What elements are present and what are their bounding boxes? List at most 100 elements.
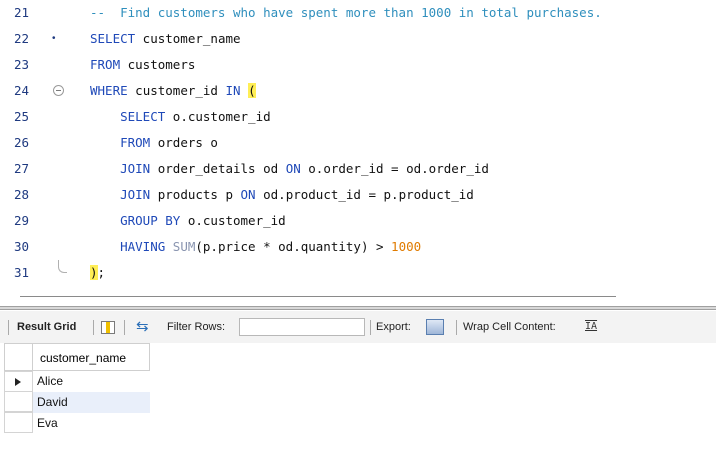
- code-token: orders o: [150, 135, 218, 150]
- code-token: customer_name: [135, 31, 241, 46]
- code-text: );: [90, 260, 105, 286]
- collapse-icon[interactable]: [53, 85, 64, 96]
- row-header[interactable]: [4, 371, 33, 392]
- line-number: 28: [14, 187, 30, 202]
- code-token: products p: [150, 187, 241, 202]
- wrap-cell-content-label: Wrap Cell Content:: [463, 321, 556, 333]
- sql-keyword: ON: [285, 161, 301, 176]
- sql-keyword: JOIN: [120, 161, 151, 176]
- fold-end-icon: [58, 260, 67, 273]
- current-row-arrow-icon: [15, 378, 21, 386]
- result-grid[interactable]: customer_name Alice David Eva: [0, 343, 716, 466]
- code-token: SUM: [172, 239, 196, 254]
- line-number: 25: [14, 109, 30, 124]
- line-number: 30: [14, 239, 30, 254]
- sql-keyword: HAVING: [120, 239, 166, 254]
- code-token: order_details od: [150, 161, 286, 176]
- toolbar-separator: [93, 320, 94, 335]
- code-token: ;: [97, 265, 106, 280]
- line-number: 31: [14, 265, 30, 280]
- code-token: (: [248, 83, 256, 98]
- code-token: 1000: [391, 239, 422, 254]
- code-token: customer_id: [127, 83, 226, 98]
- code-line[interactable]: 26 FROM orders o: [0, 130, 716, 156]
- result-toolbar: Result Grid ⇆ Filter Rows: Export: Wrap …: [0, 311, 716, 344]
- sql-keyword: ON: [240, 187, 256, 202]
- code-line[interactable]: 24 WHERE customer_id IN (: [0, 78, 716, 104]
- code-line[interactable]: 23 FROM customers: [0, 52, 716, 78]
- table-cell[interactable]: David: [33, 392, 150, 413]
- table-cell[interactable]: Eva: [33, 413, 150, 434]
- sql-keyword: SELECT: [120, 109, 166, 124]
- code-token: (p.price * od.quantity) >: [195, 239, 392, 254]
- code-line[interactable]: 30 HAVING SUM(p.price * od.quantity) > 1…: [0, 234, 716, 260]
- code-line[interactable]: 29 GROUP BY o.customer_id: [0, 208, 716, 234]
- toolbar-separator: [456, 320, 457, 335]
- row-header[interactable]: [4, 391, 33, 412]
- code-token: ): [90, 265, 98, 280]
- code-text: -- Find customers who have spent more th…: [90, 0, 602, 26]
- code-text: JOIN products p ON od.product_id = p.pro…: [90, 182, 474, 208]
- code-line[interactable]: 28 JOIN products p ON od.product_id = p.…: [0, 182, 716, 208]
- sql-comment: -- Find customers who have spent more th…: [90, 5, 602, 20]
- line-number: 27: [14, 161, 30, 176]
- toolbar-separator: [8, 320, 9, 335]
- result-grid-tab[interactable]: Result Grid: [17, 311, 76, 343]
- code-text: FROM customers: [90, 52, 195, 78]
- sql-keyword: IN: [225, 83, 241, 98]
- refresh-icon[interactable]: ⇆: [136, 319, 149, 335]
- filter-rows-input[interactable]: [239, 318, 365, 336]
- line-number: 22: [14, 31, 30, 46]
- sql-keyword: FROM: [120, 135, 151, 150]
- code-token: o.customer_id: [180, 213, 286, 228]
- sql-keyword: GROUP BY: [120, 213, 181, 228]
- code-text: HAVING SUM(p.price * od.quantity) > 1000: [90, 234, 421, 260]
- code-token: o.customer_id: [165, 109, 271, 124]
- line-number: 26: [14, 135, 30, 150]
- code-line[interactable]: 21 -- Find customers who have spent more …: [0, 0, 716, 26]
- grid-corner[interactable]: [4, 343, 33, 371]
- toolbar-separator: [124, 320, 125, 335]
- wrap-cell-icon[interactable]: IA: [585, 321, 597, 333]
- line-number: 29: [14, 213, 30, 228]
- statement-marker-icon: •: [52, 33, 56, 44]
- panel-splitter[interactable]: [0, 306, 716, 310]
- column-header-customer-name[interactable]: customer_name: [33, 343, 150, 371]
- horizontal-scrollbar[interactable]: [20, 296, 616, 297]
- export-label: Export:: [376, 321, 411, 333]
- code-line[interactable]: 22 • SELECT customer_name: [0, 26, 716, 52]
- line-number: 24: [14, 83, 30, 98]
- code-line[interactable]: 31);: [0, 260, 716, 286]
- code-text: SELECT o.customer_id: [90, 104, 271, 130]
- grid-layout-icon[interactable]: [101, 321, 115, 334]
- line-number: 21: [14, 5, 30, 20]
- code-line[interactable]: 25 SELECT o.customer_id: [0, 104, 716, 130]
- export-icon[interactable]: [426, 319, 444, 335]
- code-text: SELECT customer_name: [90, 26, 241, 52]
- sql-keyword: WHERE: [90, 83, 128, 98]
- row-header[interactable]: [4, 412, 33, 433]
- sql-keyword: SELECT: [90, 31, 136, 46]
- code-line[interactable]: 27 JOIN order_details od ON o.order_id =…: [0, 156, 716, 182]
- code-text: GROUP BY o.customer_id: [90, 208, 286, 234]
- code-token: od.product_id = p.product_id: [255, 187, 474, 202]
- code-text: JOIN order_details od ON o.order_id = od…: [90, 156, 489, 182]
- sql-keyword: JOIN: [120, 187, 151, 202]
- sql-keyword: FROM: [90, 57, 121, 72]
- code-text: WHERE customer_id IN (: [90, 78, 256, 104]
- toolbar-separator: [370, 320, 371, 335]
- code-text: FROM orders o: [90, 130, 218, 156]
- code-token: o.order_id = od.order_id: [300, 161, 489, 176]
- table-cell[interactable]: Alice: [33, 371, 150, 392]
- sql-editor[interactable]: 21 -- Find customers who have spent more …: [0, 0, 716, 288]
- line-number: 23: [14, 57, 30, 72]
- filter-rows-label: Filter Rows:: [167, 321, 226, 333]
